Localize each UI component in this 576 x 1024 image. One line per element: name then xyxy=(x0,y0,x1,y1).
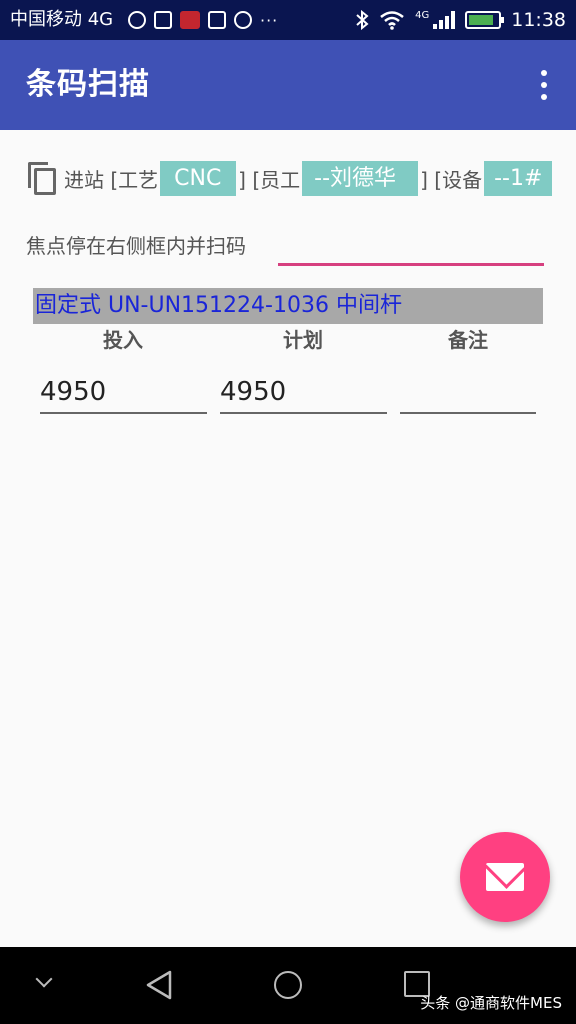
collapse-chevron-icon[interactable] xyxy=(35,970,53,988)
email-fab-button[interactable] xyxy=(460,832,550,922)
signal-icon: 4G xyxy=(415,10,456,29)
system-icons: 4G 11:38 xyxy=(355,8,566,32)
note-column-header: 备注 xyxy=(448,328,488,352)
home-circle-icon[interactable] xyxy=(274,971,302,999)
overflow-menu-icon[interactable] xyxy=(534,70,554,100)
back-triangle-icon[interactable] xyxy=(144,969,174,1001)
email-icon xyxy=(486,863,524,891)
product-info-bar: 固定式 UN-UN151224-1036 中间杆 xyxy=(33,288,543,324)
notification-icons: ··· xyxy=(128,8,278,32)
weibo-icon xyxy=(128,11,146,29)
status-bar: 中国移动 4G ··· 4G 11:38 xyxy=(0,0,576,40)
network-type-label: 4G xyxy=(415,10,430,21)
plan-quantity-field[interactable] xyxy=(220,372,387,414)
station-info-row: 进站 [工艺 CNC ] [员工 --刘德华 ] [设备 --1# xyxy=(26,158,554,198)
watermark-text: 头条 @通商软件MES xyxy=(420,994,562,1012)
system-navigation-bar: 头条 @通商软件MES xyxy=(0,947,576,1024)
battery-icon xyxy=(465,11,505,29)
station-label: 进站 [工艺 xyxy=(64,167,159,192)
more-notifications-icon: ··· xyxy=(260,10,279,30)
clock: 11:38 xyxy=(511,9,566,31)
device-chip[interactable]: --1# xyxy=(484,160,553,196)
input-quantity-field[interactable] xyxy=(40,372,207,414)
page-title: 条码扫描 xyxy=(26,67,150,102)
input-column-header: 投入 xyxy=(103,328,143,352)
device-label: ] [设备 xyxy=(420,167,483,192)
note-field[interactable] xyxy=(400,372,536,414)
scan-instruction-label: 焦点停在右侧框内并扫码 xyxy=(26,234,246,258)
netease-icon xyxy=(180,11,200,29)
image-icon xyxy=(208,11,226,29)
barcode-scan-input[interactable] xyxy=(278,230,544,266)
process-chip[interactable]: CNC xyxy=(160,160,237,196)
wifi-icon xyxy=(380,11,404,30)
bluetooth-icon xyxy=(356,10,369,30)
chat-icon xyxy=(234,11,252,29)
app-bar: 条码扫描 xyxy=(0,40,576,130)
employee-label: ] [员工 xyxy=(238,167,301,192)
sim-alert-icon xyxy=(154,11,172,29)
employee-chip[interactable]: --刘德华 xyxy=(302,160,419,196)
copy-icon[interactable] xyxy=(26,160,60,196)
carrier-label: 中国移动 4G xyxy=(10,9,114,30)
plan-column-header: 计划 xyxy=(283,328,323,352)
